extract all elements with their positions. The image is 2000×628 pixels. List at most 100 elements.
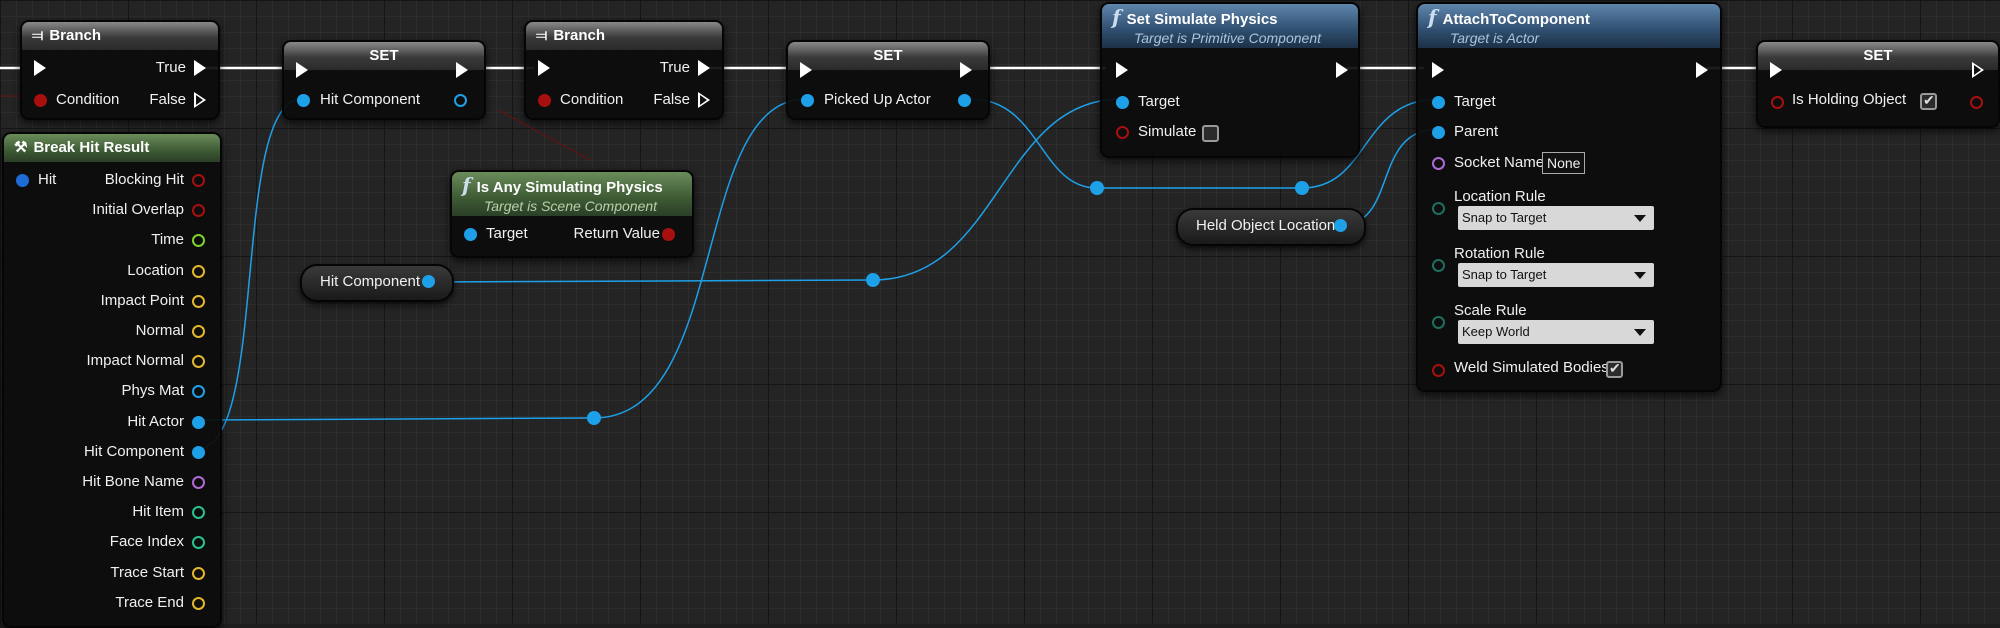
false-exec-pin[interactable] — [194, 92, 206, 108]
socket-name-pin[interactable] — [1432, 157, 1445, 170]
set-is-holding-object-node[interactable]: SET Is Holding Object — [1756, 40, 2000, 128]
reroute-node — [866, 273, 880, 287]
trace-end-pin[interactable] — [192, 596, 205, 610]
set-header: SET — [788, 42, 988, 70]
phys-mat-pin[interactable] — [192, 385, 205, 399]
exec-in-pin[interactable] — [1770, 62, 1782, 78]
exec-out-pin[interactable] — [1336, 62, 1348, 78]
object-pin[interactable] — [297, 94, 310, 107]
impact-normal-pin[interactable] — [192, 355, 205, 369]
object-pin[interactable] — [801, 94, 814, 107]
set-picked-up-actor-node[interactable]: SET Picked Up Actor — [786, 40, 990, 120]
branch-icon: ⫤ — [32, 27, 44, 44]
attach-to-component-node[interactable]: f AttachToComponent Target is Actor Targe… — [1416, 2, 1722, 392]
location-rule-pin[interactable] — [1432, 202, 1445, 215]
simulate-pin[interactable] — [1116, 126, 1129, 139]
bool-out-pin[interactable] — [1970, 96, 1983, 109]
target-pin[interactable] — [464, 228, 477, 241]
variable-label: Held Object Location — [1196, 217, 1336, 234]
reroute-node — [1090, 181, 1104, 195]
hit-bone-name-label: Hit Bone Name — [82, 473, 184, 490]
location-rule-dropdown[interactable]: Snap to Target — [1458, 206, 1654, 230]
rotation-rule-value: Snap to Target — [1462, 267, 1547, 282]
face-index-pin[interactable] — [192, 536, 205, 550]
hit-bone-name-pin[interactable] — [192, 476, 205, 489]
true-label: True — [659, 59, 690, 76]
break-hit-header: ⚒ Break Hit Result — [4, 134, 220, 162]
scale-rule-dropdown[interactable]: Keep World — [1458, 320, 1654, 344]
initial-overlap-pin[interactable] — [192, 204, 205, 218]
weld-pin[interactable] — [1432, 364, 1445, 377]
exec-out-pin[interactable] — [960, 62, 972, 78]
target-pin[interactable] — [1116, 96, 1129, 109]
object-out-pin[interactable] — [1334, 219, 1347, 232]
simulate-checkbox[interactable] — [1202, 125, 1219, 142]
set-input-label: Hit Component — [320, 91, 421, 108]
weld-checkbox[interactable] — [1606, 360, 1623, 378]
chevron-down-icon — [1634, 329, 1646, 336]
location-label: Location — [127, 261, 184, 279]
rotation-rule-pin[interactable] — [1432, 259, 1445, 272]
exec-in-pin[interactable] — [800, 62, 812, 78]
exec-in-pin[interactable] — [34, 60, 46, 76]
condition-pin[interactable] — [538, 94, 551, 107]
break-hit-result-node[interactable]: ⚒ Break Hit Result Hit Blocking Hit Initia… — [2, 132, 222, 628]
exec-in-pin[interactable] — [1432, 62, 1444, 78]
socket-name-field[interactable]: None — [1542, 152, 1586, 174]
set-simulate-physics-node[interactable]: f Set Simulate Physics Target is Primitiv… — [1100, 2, 1360, 158]
reroute-node — [587, 411, 601, 425]
exec-out-pin[interactable] — [1696, 62, 1708, 78]
hit-actor-label: Hit Actor — [127, 412, 184, 430]
hit-actor-pin[interactable] — [192, 415, 205, 429]
time-pin[interactable] — [192, 234, 205, 248]
true-exec-pin[interactable] — [698, 60, 710, 76]
parent-pin[interactable] — [1432, 126, 1445, 139]
branch-node-2[interactable]: ⫤ Branch True Condition False — [524, 20, 724, 120]
chevron-down-icon — [1634, 272, 1646, 279]
trace-start-pin[interactable] — [192, 566, 205, 580]
function-header: f Is Any Simulating Physics Target is Sce… — [452, 172, 692, 216]
target-pin[interactable] — [1432, 96, 1445, 109]
exec-in-pin[interactable] — [1116, 62, 1128, 78]
branch-node-1[interactable]: ⫤ Branch True Condition False — [20, 20, 220, 120]
false-exec-pin[interactable] — [698, 92, 710, 108]
target-label: Target — [1138, 93, 1180, 110]
return-value-label: Return Value — [573, 225, 660, 242]
is-any-simulating-physics-node[interactable]: f Is Any Simulating Physics Target is Sce… — [450, 170, 694, 258]
object-out-pin[interactable] — [958, 94, 971, 107]
set-input-label: Picked Up Actor — [824, 91, 931, 108]
hit-component-variable[interactable]: Hit Component — [300, 264, 454, 302]
condition-pin[interactable] — [34, 94, 47, 107]
hit-item-pin[interactable] — [192, 506, 205, 520]
object-out-pin[interactable] — [454, 94, 467, 107]
location-pin[interactable] — [192, 264, 205, 278]
normal-pin[interactable] — [192, 325, 205, 338]
function-subtitle: Target is Primitive Component — [1134, 30, 1322, 46]
is-holding-checkbox[interactable] — [1920, 92, 1937, 110]
hit-component-pin[interactable] — [192, 445, 205, 459]
branch-header: ⫤ Branch — [526, 22, 722, 50]
exec-out-pin[interactable] — [456, 62, 468, 78]
function-subtitle: Target is Actor — [1450, 30, 1540, 46]
scale-rule-pin[interactable] — [1432, 316, 1445, 329]
impact-point-pin[interactable] — [192, 294, 205, 308]
condition-label: Condition — [56, 91, 120, 108]
exec-out-pin[interactable] — [1972, 62, 1984, 78]
scale-rule-label: Scale Rule — [1454, 302, 1527, 319]
exec-in-pin[interactable] — [538, 60, 550, 76]
object-out-pin[interactable] — [422, 275, 435, 288]
branch-title: Branch — [49, 27, 101, 44]
true-label: True — [155, 59, 186, 76]
exec-in-pin[interactable] — [296, 62, 308, 78]
true-exec-pin[interactable] — [194, 60, 206, 76]
condition-label: Condition — [560, 91, 624, 108]
hit-input-pin[interactable] — [16, 174, 29, 187]
rotation-rule-dropdown[interactable]: Snap to Target — [1458, 263, 1654, 287]
variable-label: Hit Component — [320, 273, 421, 290]
set-hit-component-node[interactable]: SET Hit Component — [282, 40, 486, 120]
bool-pin[interactable] — [1771, 96, 1784, 109]
blocking-hit-pin[interactable] — [192, 174, 205, 187]
hit-component-label: Hit Component — [83, 442, 184, 460]
held-object-location-variable[interactable]: Held Object Location — [1176, 208, 1366, 246]
return-value-pin[interactable] — [662, 228, 675, 241]
